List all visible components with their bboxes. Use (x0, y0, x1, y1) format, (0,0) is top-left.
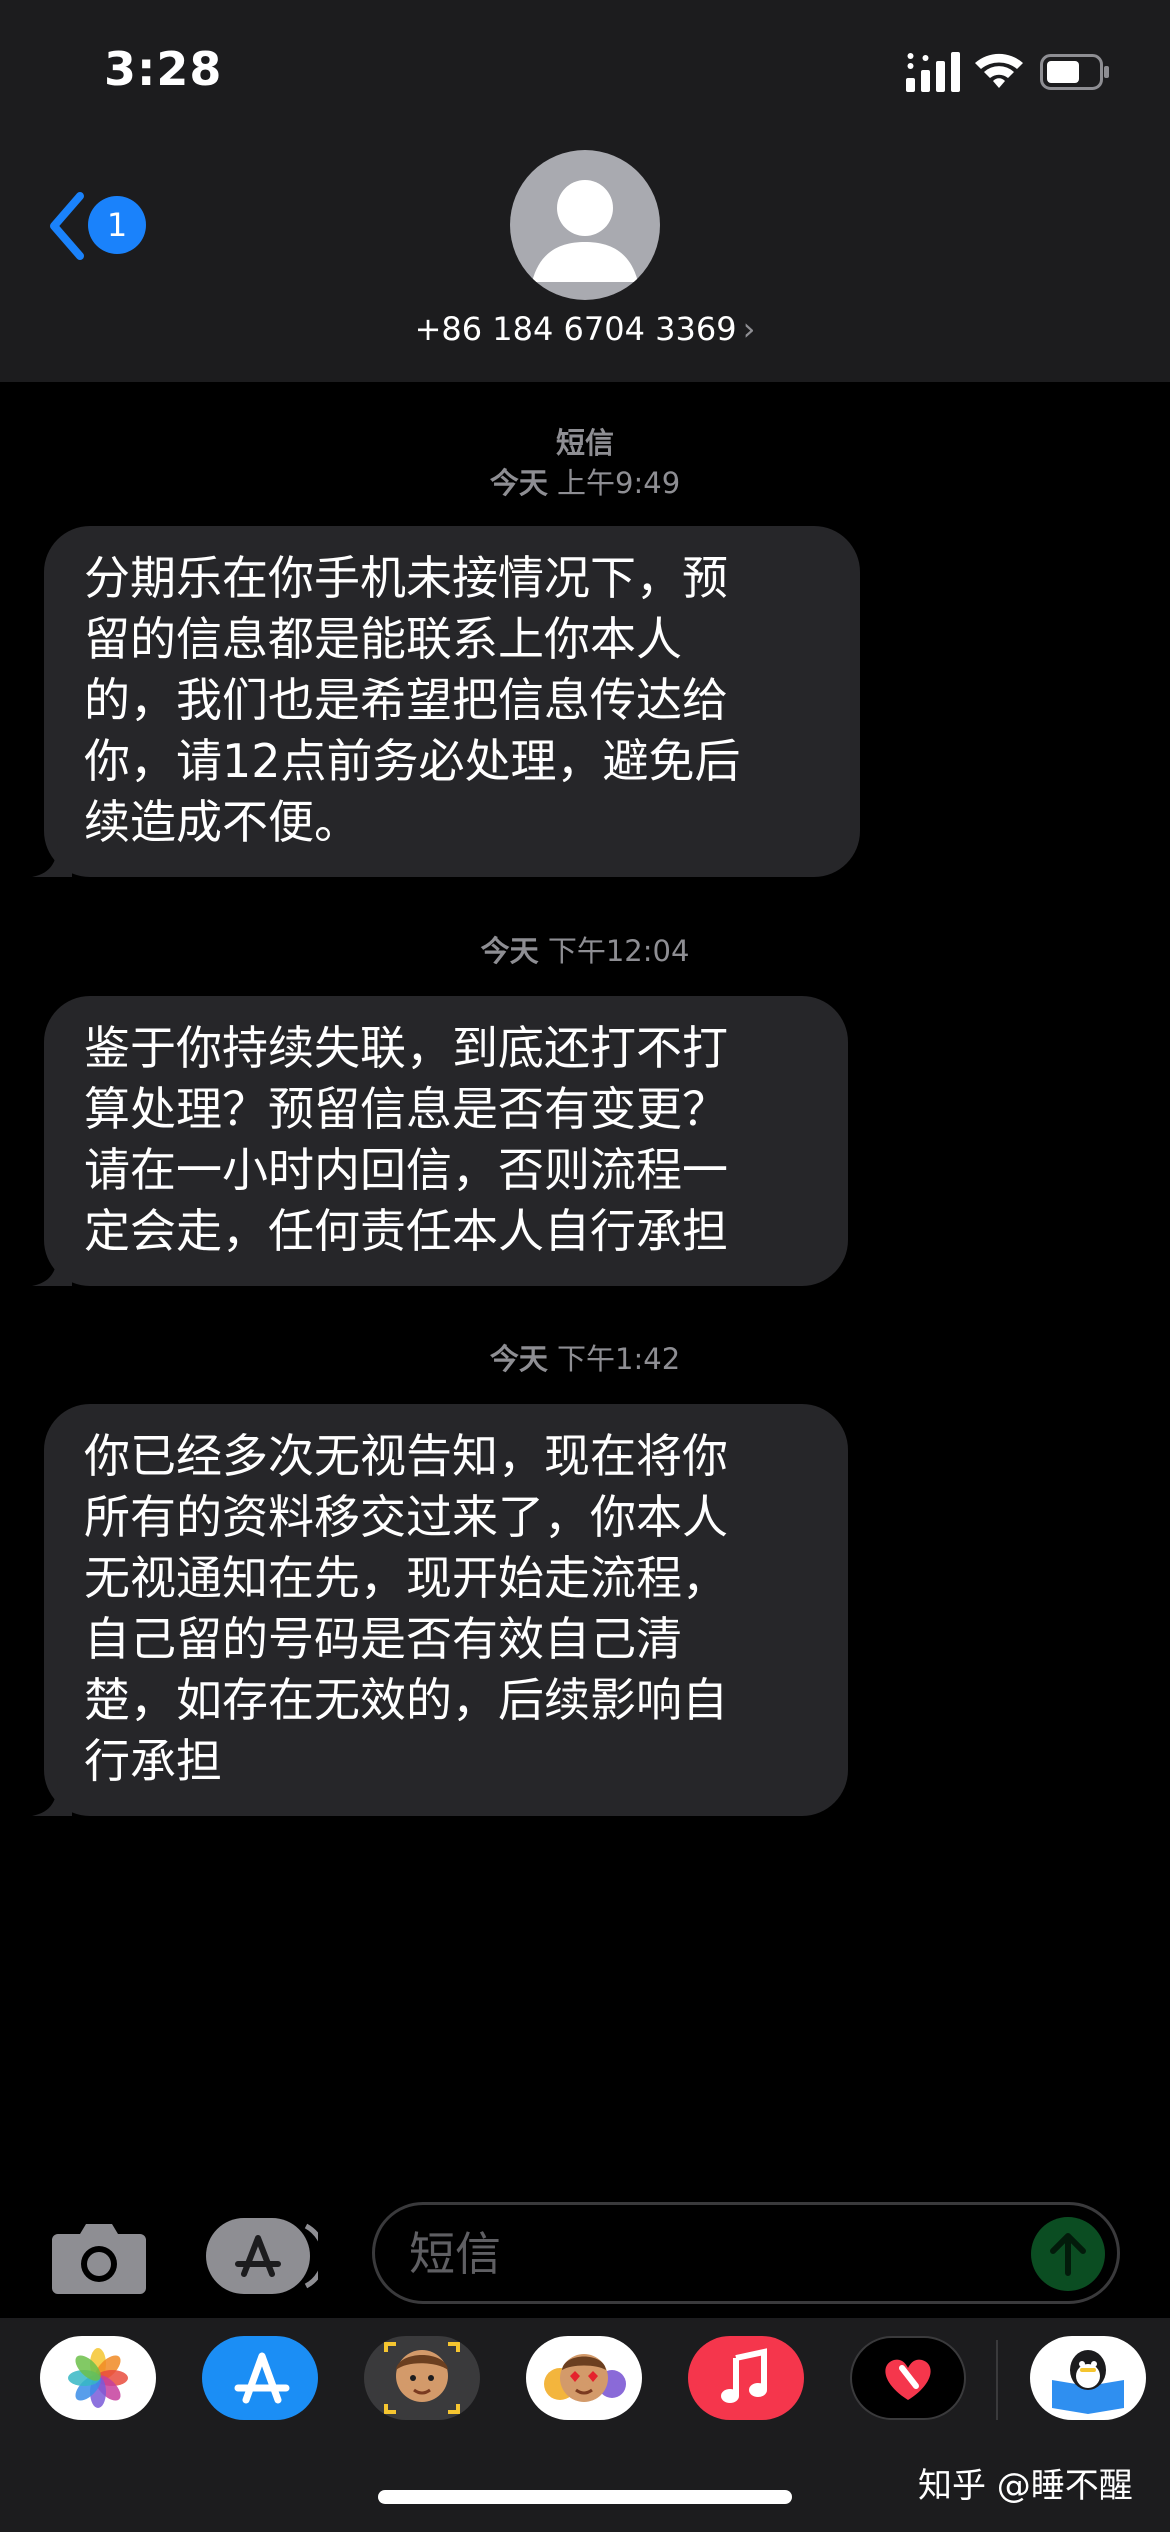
send-button[interactable] (1031, 2217, 1105, 2291)
timestamp: 今天 上午9:49 (489, 466, 681, 500)
message-bubble[interactable]: 分期乐在你手机未接情况下，预 留的信息都是能联系上你本人 的，我们也是希望把信息… (32, 526, 860, 877)
bubble-tail (32, 1246, 72, 1286)
message-line: 分期乐在你手机未接情况下，预 (84, 551, 728, 605)
message-input[interactable] (409, 2223, 1009, 2285)
status-time: 3:28 (104, 42, 223, 96)
timestamp: 今天 下午1:42 (489, 1342, 681, 1376)
memoji-icon[interactable] (364, 2336, 480, 2420)
message-line: 你已经多次无视告知，现在将你 (84, 1429, 728, 1483)
home-indicator[interactable] (378, 2490, 792, 2504)
message-line: 行承担 (84, 1734, 222, 1788)
message-line: 请在一小时内回信，否则流程一 (84, 1143, 728, 1197)
qq-reader-icon[interactable] (1030, 2336, 1146, 2420)
cellular-signal-icon (906, 52, 960, 92)
message-line: 无视通知在先，现开始走流程， (84, 1551, 728, 1605)
unread-count-badge: 1 (88, 196, 146, 254)
message-line: 续造成不便。 (84, 795, 360, 849)
message-line: 所有的资料移交过来了，你本人 (84, 1490, 728, 1544)
message-line: 定会走，任何责任本人自行承担 (84, 1204, 728, 1258)
person-silhouette-icon (532, 180, 638, 282)
message-compose-field[interactable] (372, 2202, 1120, 2304)
app-store-icon[interactable] (202, 2336, 318, 2420)
bubble-tail (32, 1776, 72, 1816)
digital-touch-icon[interactable] (850, 2336, 966, 2420)
message-line: 楚，如存在无效的，后续影响自 (84, 1673, 728, 1727)
message-line: 自己留的号码是否有效自己清 (84, 1612, 682, 1666)
camera-icon[interactable] (52, 2220, 146, 2294)
message-line: 鉴于你持续失联，到底还打不打 (84, 1021, 728, 1075)
chevron-left-icon (50, 192, 84, 260)
timestamp: 今天 下午12:04 (480, 934, 690, 968)
message-bubble[interactable]: 鉴于你持续失联，到底还打不打 算处理？预留信息是否有变更？ 请在一小时内回信，否… (32, 996, 848, 1286)
message-line: 的，我们也是希望把信息传达给 (84, 673, 728, 727)
battery-icon (1040, 54, 1109, 90)
back-button[interactable]: 1 (46, 186, 150, 266)
music-icon[interactable] (688, 2336, 804, 2420)
contact-name[interactable]: +86 184 6704 3369 › (0, 310, 1170, 348)
message-line: 算处理？预留信息是否有变更？ (84, 1082, 728, 1136)
thread-label: 短信 (555, 426, 614, 460)
arrow-up-icon (1050, 2233, 1086, 2276)
wifi-icon (975, 53, 1023, 88)
contact-number: +86 184 6704 3369 (414, 310, 737, 348)
message-bubble[interactable]: 你已经多次无视告知，现在将你 所有的资料移交过来了，你本人 无视通知在先，现开始… (32, 1404, 848, 1816)
message-line: 留的信息都是能联系上你本人 (84, 612, 682, 666)
chevron-right-icon: › (742, 310, 756, 348)
photos-icon[interactable] (40, 2336, 156, 2420)
app-strip-divider (996, 2340, 998, 2420)
bubble-tail (32, 837, 72, 877)
app-store-drawer-icon[interactable] (206, 2218, 318, 2294)
contact-avatar[interactable] (510, 150, 660, 300)
message-line: 你，请12点前务必处理，避免后 (84, 734, 741, 788)
watermark: 知乎 @睡不醒 (918, 2466, 1133, 2506)
animoji-stickers-icon[interactable] (526, 2336, 642, 2420)
